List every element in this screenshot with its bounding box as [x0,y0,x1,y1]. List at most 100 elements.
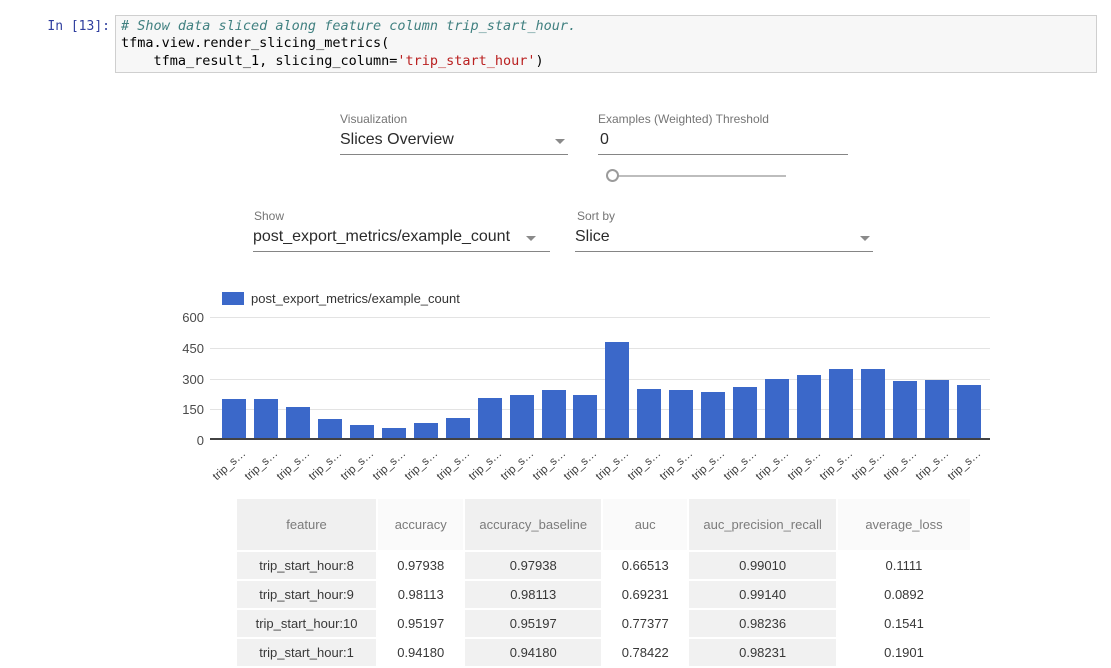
notebook-output-page: In [13]: # Show data sliced along featur… [0,0,1111,668]
x-axis-label: trip_s… [882,446,921,483]
chart-bar[interactable] [350,425,374,438]
threshold-label: Examples (Weighted) Threshold [598,112,769,126]
chart-bar[interactable] [478,398,502,438]
chart-bar[interactable] [861,369,885,438]
threshold-input[interactable]: 0 [598,128,848,155]
feature-cell: trip_start_hour:1 [237,639,376,666]
metric-cell: 0.1901 [838,639,970,666]
chart-bar[interactable] [510,395,534,438]
column-header: accuracy [378,499,463,550]
chevron-down-icon [860,236,870,241]
x-axis-label: trip_s… [946,446,985,483]
chart-bar[interactable] [797,375,821,438]
show-value: post_export_metrics/example_count [253,225,550,246]
metric-cell: 0.98113 [378,581,463,608]
x-axis-label: trip_s… [626,446,665,483]
chart-bar[interactable] [318,419,342,438]
code-line: tfma_result_1, slicing_column= [121,53,397,69]
chart-bar[interactable] [829,369,853,438]
chart-bar[interactable] [382,428,406,438]
metric-cell: 0.95197 [378,610,463,637]
metrics-table-container: featureaccuracyaccuracy_baselineaucauc_p… [235,497,972,668]
visualization-select[interactable]: Slices Overview [340,128,568,155]
x-axis-label: trip_s… [307,446,346,483]
x-axis-label: trip_s… [371,446,410,483]
x-axis-label: trip_s… [530,446,569,483]
chevron-down-icon [555,139,565,144]
y-axis-label: 600 [172,310,204,325]
metric-cell: 0.94180 [378,639,463,666]
chart-bar[interactable] [925,380,949,438]
x-axis-label: trip_s… [275,446,314,483]
code-comment: # Show data sliced along feature column … [121,18,576,34]
table-header-row: featureaccuracyaccuracy_baselineaucauc_p… [237,499,970,550]
column-header: accuracy_baseline [465,499,601,550]
chart-bar[interactable] [446,418,470,439]
slider-handle[interactable] [606,169,619,182]
chart-bar[interactable] [414,423,438,438]
chart-bar[interactable] [637,389,661,438]
x-axis-label: trip_s… [434,446,473,483]
x-axis-label: trip_s… [914,446,953,483]
cell-input-prompt: In [13]: [30,19,110,34]
x-axis-label: trip_s… [243,446,282,483]
column-header: feature [237,499,376,550]
x-axis-label: trip_s… [722,446,761,483]
chart-bar[interactable] [765,379,789,438]
gridline [210,348,990,349]
metric-cell: 0.69231 [603,581,687,608]
x-axis-label: trip_s… [690,446,729,483]
metric-cell: 0.99140 [689,581,836,608]
table-row: trip_start_hour:10.941800.941800.784220.… [237,639,970,666]
column-header: auc_precision_recall [689,499,836,550]
x-axis-label: trip_s… [211,446,250,483]
chart-bar[interactable] [669,390,693,438]
visualization-value: Slices Overview [340,128,568,149]
metric-cell: 0.98236 [689,610,836,637]
threshold-value: 0 [598,128,848,149]
chart-bar[interactable] [542,390,566,438]
metric-cell: 0.94180 [465,639,601,666]
legend-label: post_export_metrics/example_count [251,291,460,306]
table-row: trip_start_hour:100.951970.951970.773770… [237,610,970,637]
feature-cell: trip_start_hour:9 [237,581,376,608]
x-axis-label: trip_s… [754,446,793,483]
y-axis-label: 0 [172,433,204,448]
metric-cell: 0.1111 [838,552,970,579]
metric-cell: 0.98113 [465,581,601,608]
sort-by-select[interactable]: Slice [575,225,873,252]
show-select[interactable]: post_export_metrics/example_count [253,225,550,252]
slider-track[interactable] [617,175,786,177]
bar-chart-plot-area [210,317,990,440]
code-string: 'trip_start_hour' [397,53,535,69]
x-axis-label: trip_s… [658,446,697,483]
x-axis-label: trip_s… [498,446,537,483]
metric-cell: 0.78422 [603,639,687,666]
visualization-label: Visualization [340,112,407,126]
chart-bar[interactable] [286,407,310,438]
code-editor[interactable]: # Show data sliced along feature column … [115,15,1097,73]
metric-cell: 0.97938 [378,552,463,579]
table-row: trip_start_hour:80.979380.979380.665130.… [237,552,970,579]
chart-bar[interactable] [573,395,597,438]
chart-bar[interactable] [733,387,757,438]
chart-bar[interactable] [701,392,725,438]
x-axis-label: trip_s… [594,446,633,483]
metric-cell: 0.99010 [689,552,836,579]
feature-cell: trip_start_hour:8 [237,552,376,579]
threshold-slider[interactable] [605,167,795,185]
chart-bar[interactable] [254,399,278,438]
table-row: trip_start_hour:90.981130.981130.692310.… [237,581,970,608]
metric-cell: 0.98231 [689,639,836,666]
metric-cell: 0.95197 [465,610,601,637]
chart-bar[interactable] [893,381,917,438]
feature-cell: trip_start_hour:10 [237,610,376,637]
chart-bar[interactable] [957,385,981,438]
chart-bar[interactable] [605,342,629,438]
chart-bar[interactable] [222,399,246,438]
code-line: ) [536,53,544,69]
sort-by-label: Sort by [577,209,615,223]
x-axis-label: trip_s… [850,446,889,483]
metric-cell: 0.0892 [838,581,970,608]
metric-cell: 0.77377 [603,610,687,637]
